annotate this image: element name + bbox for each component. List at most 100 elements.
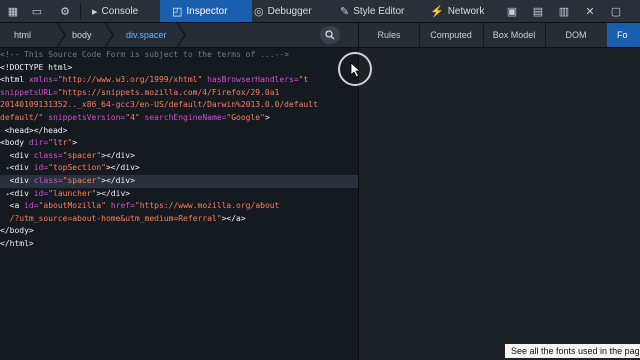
- markup-line[interactable]: /?utm_source=about-home&utm_medium=Refer…: [0, 213, 358, 226]
- tab-dom[interactable]: DOM: [545, 23, 608, 47]
- markup-token: div: [14, 188, 29, 198]
- markup-token: ></div>: [101, 175, 135, 185]
- markup-token: searchEngineName=: [139, 112, 227, 122]
- tab-box-model[interactable]: Box Model: [483, 23, 546, 47]
- pick-element-button[interactable]: ▭: [28, 0, 46, 22]
- markup-line[interactable]: <div class="spacer"></div>: [0, 174, 358, 188]
- markup-line[interactable]: ▸ <div id="launcher"></div>: [0, 188, 358, 201]
- video-caption: See all the fonts used in the page: [505, 344, 640, 358]
- tab-debugger-label: Debugger: [267, 5, 312, 17]
- breadcrumb-separator-icon: [104, 23, 114, 47]
- markup-token: <!DOCTYPE html>: [0, 62, 73, 72]
- responsive-mode-button[interactable]: ▣: [504, 0, 520, 22]
- markup-token: ></a>: [221, 213, 246, 223]
- breadcrumb-body[interactable]: body: [72, 23, 92, 47]
- markup-token: id=: [28, 163, 49, 173]
- breadcrumb: html body div.spacer: [0, 23, 358, 48]
- dock-bottom-button[interactable]: ▥: [556, 0, 572, 22]
- markup-token: </body>: [0, 226, 34, 236]
- markup-token: div: [14, 163, 29, 173]
- markup-token: 20140109131352.._x86_64-gcc3/en-US/defau…: [0, 100, 318, 110]
- toolbox-icon: ▦: [7, 5, 19, 18]
- close-devtools-button[interactable]: ✕: [582, 0, 598, 22]
- markup-line[interactable]: <div class="spacer"></div>: [0, 150, 358, 163]
- expanded-twisty-icon[interactable]: ▾: [0, 137, 4, 150]
- markup-line[interactable]: ▾ <body dir="ltr">: [0, 137, 358, 150]
- close-icon: ✕: [585, 5, 595, 18]
- search-icon: [325, 30, 335, 40]
- markup-tree[interactable]: <!-- This Source Code Form is subject to…: [0, 49, 358, 251]
- responsive-icon: ▣: [506, 5, 518, 18]
- markup-token: class=: [28, 175, 63, 185]
- markup-token: html: [4, 75, 25, 85]
- markup-token: "https://snippets.mozilla.com/4/Firefox/…: [57, 87, 280, 97]
- dock-side-icon: ▤: [532, 5, 544, 18]
- markup-token: ></div>: [96, 188, 131, 198]
- tab-style-editor-label: Style Editor: [353, 5, 405, 17]
- window-icon: ▢: [610, 5, 622, 18]
- tab-network[interactable]: ⚡ Network: [414, 0, 510, 22]
- markup-line[interactable]: </html>: [0, 238, 358, 251]
- markup-line[interactable]: ▸ <div id="topSection"></div>: [0, 162, 358, 175]
- dock-window-button[interactable]: ▢: [608, 0, 624, 22]
- markup-line[interactable]: default/" snippetsVersion="4" searchEngi…: [0, 112, 358, 125]
- markup-token: default/": [0, 112, 44, 122]
- markup-line[interactable]: <head></head>: [0, 125, 358, 138]
- markup-token: ></div>: [105, 163, 140, 173]
- markup-line[interactable]: </body>: [0, 225, 358, 238]
- tab-console[interactable]: ▸ Console: [82, 0, 170, 22]
- markup-panel: html body div.spacer <!-- This Source Co…: [0, 23, 358, 360]
- tab-computed[interactable]: Computed: [419, 23, 484, 47]
- devtools-toolbar: ▦ ▭ ⚙ ▸ Console ◰ Inspector ◎ Debugger ✎…: [0, 0, 640, 23]
- tab-fonts[interactable]: Fo: [607, 23, 640, 47]
- devtools-toolbox-icon[interactable]: ▦: [4, 0, 22, 22]
- markup-token: class=: [28, 150, 63, 160]
- markup-token: <head></head>: [4, 125, 68, 135]
- dock-side-button[interactable]: ▤: [530, 0, 546, 22]
- toolbar-divider: [80, 3, 81, 19]
- inspector-icon: ◰: [172, 5, 183, 18]
- markup-line[interactable]: <html xmlns="http://www.w3.org/1999/xhtm…: [0, 74, 358, 87]
- markup-line[interactable]: <!DOCTYPE html>: [0, 62, 358, 75]
- breadcrumb-div-spacer[interactable]: div.spacer: [126, 23, 166, 47]
- dock-icon: ▭: [31, 5, 43, 18]
- markup-token: div: [14, 175, 29, 185]
- markup-token: "aboutMozilla": [38, 201, 106, 211]
- markup-token: snippetsURL=: [0, 87, 58, 97]
- search-button[interactable]: [320, 26, 340, 44]
- markup-token: "4": [125, 112, 140, 122]
- markup-line[interactable]: 20140109131352.._x86_64-gcc3/en-US/defau…: [0, 99, 358, 112]
- tab-rules[interactable]: Rules: [359, 23, 420, 47]
- markup-token: "https://www.mozilla.org/about: [134, 201, 280, 211]
- markup-line[interactable]: <!-- This Source Code Form is subject to…: [0, 49, 358, 62]
- dock-bottom-icon: ▥: [558, 5, 570, 18]
- gear-icon: ⚙: [60, 5, 70, 18]
- settings-button[interactable]: ⚙: [56, 0, 74, 22]
- markup-token: <!-- This Source Code Form is subject to…: [0, 50, 289, 59]
- markup-token: div: [14, 150, 29, 160]
- markup-token: body: [4, 138, 25, 148]
- markup-token: id=: [28, 188, 49, 198]
- markup-token: /?utm_source=about-home&utm_medium=Refer…: [9, 213, 222, 223]
- breadcrumb-separator-icon: [176, 23, 186, 47]
- markup-token: "topSection": [48, 163, 106, 173]
- markup-token: "spacer": [62, 175, 102, 185]
- tab-inspector[interactable]: ◰ Inspector: [160, 0, 252, 22]
- mouse-pointer-icon: [350, 62, 362, 78]
- collapsed-twisty-icon[interactable]: ▸: [6, 188, 10, 201]
- markup-token: "spacer": [62, 150, 102, 160]
- breadcrumb-html[interactable]: html: [14, 23, 31, 47]
- markup-token: dir=: [24, 138, 49, 148]
- collapsed-twisty-icon[interactable]: ▸: [6, 162, 10, 175]
- sidebar-panel: Rules Computed Box Model DOM Fo: [359, 23, 640, 360]
- markup-line[interactable]: <a id="aboutMozilla" href="https://www.m…: [0, 200, 358, 213]
- markup-line[interactable]: snippetsURL="https://snippets.mozilla.co…: [0, 87, 358, 100]
- network-icon: ⚡: [430, 5, 444, 18]
- markup-token: xmlns=: [24, 75, 58, 85]
- markup-token: ></div>: [101, 150, 135, 160]
- breadcrumb-separator-icon: [56, 23, 66, 47]
- markup-token: href=: [106, 201, 135, 211]
